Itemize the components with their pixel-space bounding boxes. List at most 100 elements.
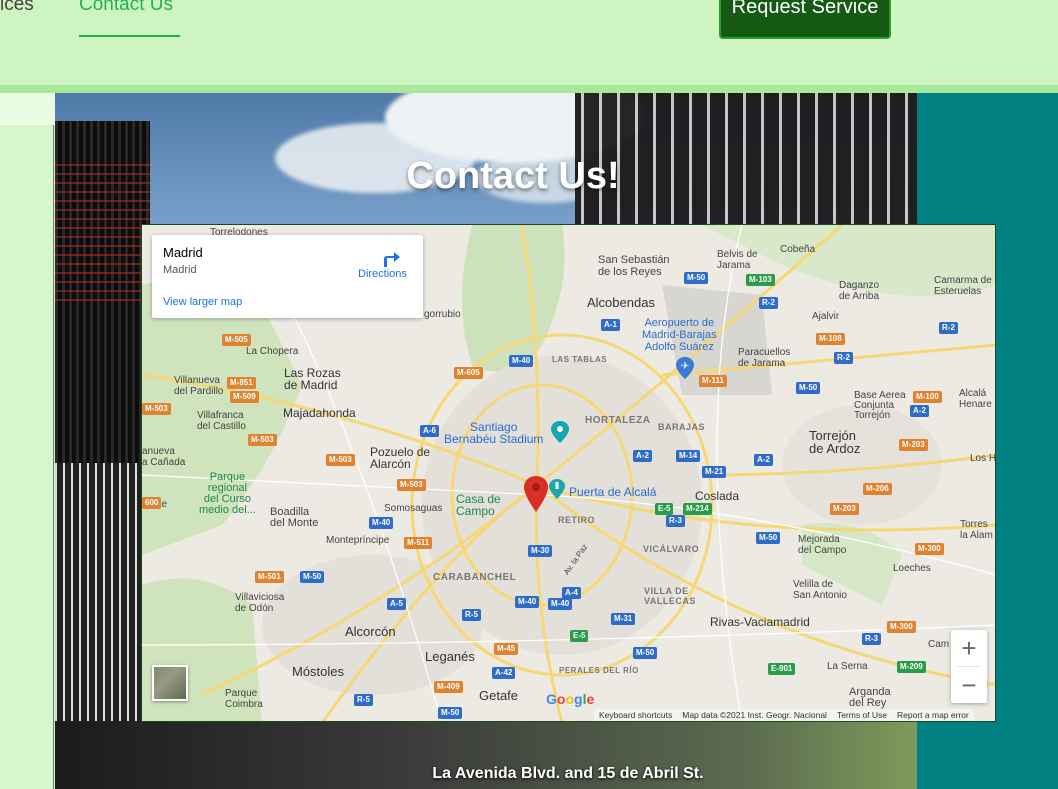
page-title: Contact Us! [406,155,620,197]
terms-link[interactable]: Terms of Use [832,709,892,721]
road-shield: R-2 [834,352,853,364]
map-label: Parque Coimbra [225,688,263,710]
svg-text:✈: ✈ [681,361,689,372]
map-label: Las Rozas de Madrid [284,366,341,392]
road-shield: M-509 [230,391,259,403]
road-shield: M-31 [611,613,636,625]
road-shield: R-3 [862,633,881,645]
map-data-text: Map data ©2021 Inst. Geogr. Nacional [682,710,827,720]
map-label: Leganés [425,649,475,664]
road-shield: M-851 [227,377,256,389]
road-shield: M-300 [915,543,944,555]
road-shield: R-2 [759,297,778,309]
road-shield: A-5 [387,598,406,610]
google-map[interactable]: Torrelodones San Sebastián de los Reyes … [141,224,996,722]
map-attribution: Keyboard shortcuts Map data ©2021 Inst. … [594,709,974,721]
map-label: Torres la Alam [960,519,993,541]
map-label: VILLA DE VALLECAS [644,586,696,606]
road-shield: R-2 [939,322,958,334]
map-label: La Chopera [246,346,299,357]
request-service-button[interactable]: Request Service [719,0,891,39]
map-label: LAS TABLAS [552,355,608,364]
header-divider [0,85,1058,93]
map-label: Somosaguas [384,503,443,514]
place-subtitle: Madrid [163,264,197,276]
map-label: CARABANCHEL [433,572,517,583]
stadium-pin-icon[interactable] [551,421,569,443]
map-label: Getafe [479,688,519,703]
view-larger-map-link[interactable]: View larger map [163,296,242,308]
road-shield: M-111 [699,375,727,387]
directions-link[interactable]: Directions [358,268,407,280]
zoom-in-button[interactable]: + [951,630,987,666]
map-label: Alcorcón [345,624,396,639]
road-shield: M-50 [633,647,658,659]
map-label: Aeropuerto de Madrid-Barajas Adolfo Suár… [642,317,717,353]
google-logo: Google [546,691,595,707]
map-label: Montepríncipe [326,535,390,546]
map-label: Torrejón de Ardoz [809,428,861,456]
map-label: Coslada [695,489,740,503]
road-shield: M-103 [746,274,775,286]
road-shield: M-503 [326,454,355,466]
map-label: anueva a Cañada [142,446,186,468]
map-label: Casa de Campo [456,492,501,518]
map-label: Villanueva del Pardillo [174,375,224,397]
left-panel-tab [0,93,55,125]
report-error-link[interactable]: Report a map error [892,709,974,721]
map-label: Mejorada del Campo [798,534,847,556]
road-shield: M-14 [676,450,701,462]
map-label: Majadahonda [283,406,356,420]
airport-pin-icon[interactable]: ✈ [676,357,694,379]
road-shield: M-21 [702,466,727,478]
road-shield: M-409 [434,681,463,693]
nav-contact-link[interactable]: Contact Us [79,0,173,16]
map-label: Santiago Bernabéu Stadium [444,420,544,446]
road-shield: M-503 [248,434,277,446]
road-shield: M-108 [816,333,845,345]
directions-icon[interactable] [380,247,402,269]
road-shield: M-511 [404,537,433,549]
road-shield: M-50 [756,532,781,544]
road-shield: M-40 [369,517,394,529]
zoom-control: + − [951,630,987,703]
road-shield: M-45 [494,643,519,655]
road-shield: M-214 [683,503,712,515]
map-label: VICÁLVARO [643,544,700,554]
road-shield: E-901 [768,663,796,675]
map-label: PERALES DEL RÍO [559,666,639,675]
keyboard-shortcuts-link[interactable]: Keyboard shortcuts [594,709,677,721]
map-label: Pozuelo de Alarcón [370,445,431,471]
left-card [0,125,54,789]
road-shield: M-505 [222,334,251,346]
zoom-out-button[interactable]: − [951,667,987,703]
map-label: Cobeña [780,244,816,255]
road-shield: M-203 [830,503,859,515]
road-shield: M-503 [142,403,171,415]
nav-services-link[interactable]: ices [0,0,34,16]
road-shield: M-40 [515,596,540,608]
map-label: Villafranca del Castillo [197,410,246,432]
map-label: Puerta de Alcalá [569,485,657,499]
road-shield: E-5 [570,630,589,642]
map-label: La Serna [827,661,868,672]
map-label: BARAJAS [658,422,706,432]
road-shield: M-209 [897,661,926,673]
map-label: Cam [928,639,950,650]
map-label: Paracuellos de Jarama [738,347,791,369]
satellite-toggle-button[interactable] [152,665,188,701]
road-shield: M-50 [438,707,463,719]
road-shield: M-203 [899,439,928,451]
road-shield: 600 [142,497,162,509]
location-pin-icon[interactable] [524,476,548,512]
map-label: Camarma de Esteruelas [934,275,992,297]
road-shield: R-5 [354,694,373,706]
place-title: Madrid [163,245,203,260]
monument-pin-icon[interactable] [549,479,565,499]
road-shield: A-2 [754,454,773,466]
site-header: ices Contact Us Request Service [0,0,1058,85]
map-label: Loeches [893,563,931,574]
road-shield: A-42 [492,667,516,679]
map-label: Arganda del Rey [849,686,891,709]
map-label: Villaviciosa de Odón [235,592,285,614]
